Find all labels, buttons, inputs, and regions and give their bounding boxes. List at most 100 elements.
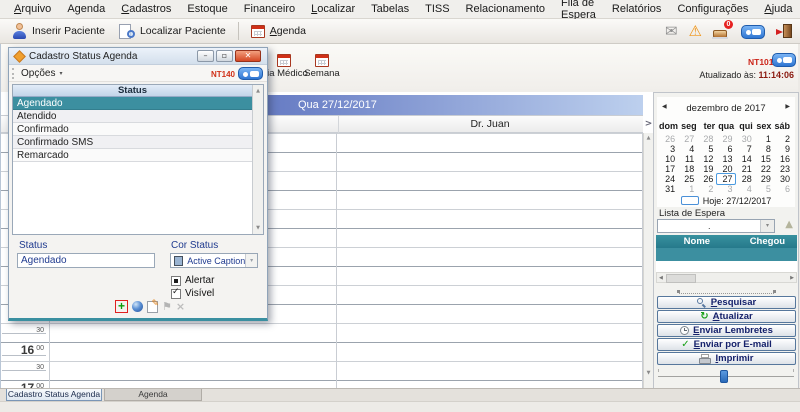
- calendar-day[interactable]: 21: [736, 164, 755, 174]
- calendar-day[interactable]: 17: [659, 164, 678, 174]
- calendar-day[interactable]: 14: [736, 154, 755, 164]
- menu-estoque[interactable]: Estoque: [179, 1, 235, 17]
- calendar-day[interactable]: 6: [716, 144, 735, 154]
- palette-icon[interactable]: [132, 301, 143, 312]
- calendar-day[interactable]: 15: [755, 154, 774, 164]
- edit-button[interactable]: ✎: [147, 299, 159, 313]
- calendar-day[interactable]: 1: [755, 134, 774, 144]
- birthday-icon[interactable]: 0: [712, 20, 733, 39]
- agenda-nav-semana[interactable]: Semana: [301, 54, 343, 79]
- opcoes-menu[interactable]: Opções: [21, 68, 55, 79]
- status-row-agendado[interactable]: Agendado: [13, 97, 252, 110]
- scroll-right-icon[interactable]: ▶: [790, 275, 794, 281]
- calendar-day[interactable]: 18: [678, 164, 697, 174]
- refresh-button[interactable]: ↻ Atualizar: [657, 310, 796, 323]
- calendar-next-icon[interactable]: ▶: [785, 103, 790, 110]
- calendar-day[interactable]: 3: [659, 144, 678, 154]
- add-button[interactable]: +: [115, 300, 128, 313]
- calendar-today-row[interactable]: Hoje: 27/12/2017: [657, 196, 795, 206]
- chat-icon[interactable]: [741, 24, 765, 39]
- send-email-button[interactable]: ✓ Enviar por E-mail: [657, 338, 796, 351]
- search-button[interactable]: Pesquisar: [657, 296, 796, 309]
- send-reminders-button[interactable]: Enviar Lembretes: [657, 324, 796, 337]
- status-row-atendido[interactable]: Atendido: [13, 110, 252, 123]
- calendar-day[interactable]: 29: [716, 134, 735, 144]
- delete-button-disabled[interactable]: ×: [176, 300, 185, 313]
- column-chegou[interactable]: Chegou: [738, 235, 797, 248]
- scrollbar-thumb[interactable]: [666, 274, 696, 283]
- calendar-day[interactable]: 28: [697, 134, 716, 144]
- calendar-day[interactable]: 30: [736, 134, 755, 144]
- calendar-day[interactable]: 23: [774, 164, 793, 174]
- menu-arquivo[interactable]: Arquivo: [6, 1, 59, 17]
- menu-ajuda[interactable]: Ajuda: [756, 1, 800, 17]
- close-button[interactable]: ✕: [235, 50, 261, 62]
- slider-thumb[interactable]: [720, 370, 728, 383]
- calendar-day[interactable]: 28: [736, 174, 755, 184]
- agenda-button[interactable]: Agenda: [244, 23, 313, 40]
- status-list-scrollbar[interactable]: ▲ ▼: [252, 85, 263, 234]
- agenda-vertical-scrollbar[interactable]: ▲ ▼: [643, 133, 653, 388]
- calendar-day[interactable]: 27: [678, 134, 697, 144]
- waitlist-combo[interactable]: . ▾: [657, 219, 775, 233]
- menu-tiss[interactable]: TISS: [417, 1, 457, 17]
- minimize-button[interactable]: –: [197, 50, 214, 62]
- menu-relatorios[interactable]: Relatórios: [604, 1, 670, 17]
- chat-icon[interactable]: [772, 53, 796, 67]
- calendar-day[interactable]: 26: [697, 174, 716, 184]
- menu-cadastros[interactable]: Cadastros: [113, 1, 179, 17]
- panel-splitter[interactable]: [677, 289, 776, 294]
- calendar-day[interactable]: 8: [755, 144, 774, 154]
- save-button-disabled[interactable]: ⚑: [162, 300, 172, 313]
- dialog-title-bar[interactable]: Cadastro Status Agenda – ▫ ✕: [9, 48, 267, 65]
- calendar-day[interactable]: 26: [659, 134, 678, 144]
- visible-checkbox[interactable]: ✓: [171, 287, 181, 299]
- calendar-day[interactable]: 12: [697, 154, 716, 164]
- calendar-day[interactable]: 3: [716, 184, 735, 194]
- calendar-day[interactable]: 11: [678, 154, 697, 164]
- scroll-up-icon[interactable]: ▲: [644, 135, 653, 141]
- menu-agenda[interactable]: Agenda: [59, 1, 113, 17]
- calendar-day[interactable]: 2: [774, 134, 793, 144]
- calendar-day[interactable]: 5: [755, 184, 774, 194]
- menu-financeiro[interactable]: Financeiro: [236, 1, 303, 17]
- calendar-day[interactable]: 19: [697, 164, 716, 174]
- toolbar-grip[interactable]: [12, 67, 17, 79]
- calendar-day[interactable]: 4: [736, 184, 755, 194]
- calendar-day[interactable]: 5: [697, 144, 716, 154]
- calendar-day[interactable]: 1: [678, 184, 697, 194]
- status-row-confirmado-sms[interactable]: Confirmado SMS: [13, 136, 252, 149]
- menu-localizar[interactable]: Localizar: [303, 1, 363, 17]
- status-input[interactable]: [17, 253, 155, 268]
- alert-checkbox[interactable]: [171, 275, 181, 286]
- tab-agenda[interactable]: Agenda: [104, 389, 202, 401]
- waitlist-selected-row[interactable]: [656, 248, 797, 261]
- chevron-down-icon[interactable]: ▾: [59, 70, 62, 77]
- menu-tabelas[interactable]: Tabelas: [363, 1, 417, 17]
- calendar-day[interactable]: 10: [659, 154, 678, 164]
- find-patient-button[interactable]: Localizar Paciente: [112, 21, 233, 41]
- insert-patient-button[interactable]: Inserir Paciente: [5, 21, 112, 41]
- email-icon[interactable]: ✉: [665, 24, 678, 39]
- color-status-combo[interactable]: Active Caption ▾: [170, 253, 258, 268]
- warning-icon[interactable]: ⚠: [689, 24, 702, 39]
- move-up-icon[interactable]: ▲: [785, 220, 793, 230]
- calendar-day[interactable]: 24: [659, 174, 678, 184]
- scroll-left-icon[interactable]: ◀: [659, 275, 663, 281]
- scroll-down-icon[interactable]: ▼: [644, 370, 653, 376]
- calendar-day[interactable]: 13: [716, 154, 735, 164]
- calendar-day[interactable]: 25: [678, 174, 697, 184]
- status-row-confirmado[interactable]: Confirmado: [13, 123, 252, 136]
- calendar-day[interactable]: 6: [774, 184, 793, 194]
- status-row-remarcado[interactable]: Remarcado: [13, 149, 252, 162]
- calendar-day[interactable]: 16: [774, 154, 793, 164]
- calendar-day[interactable]: 7: [736, 144, 755, 154]
- column-header-doctor[interactable]: Dr. Juan: [337, 116, 643, 133]
- status-list-header[interactable]: Status: [13, 85, 252, 97]
- menu-configuracoes[interactable]: Configurações: [669, 1, 756, 17]
- chevron-down-icon[interactable]: ▾: [760, 220, 774, 232]
- waitlist-horizontal-scrollbar[interactable]: ◀ ▶: [656, 272, 797, 283]
- calendar-day[interactable]: 2: [697, 184, 716, 194]
- scroll-up-icon[interactable]: ▲: [253, 88, 263, 94]
- exit-icon[interactable]: [776, 24, 792, 39]
